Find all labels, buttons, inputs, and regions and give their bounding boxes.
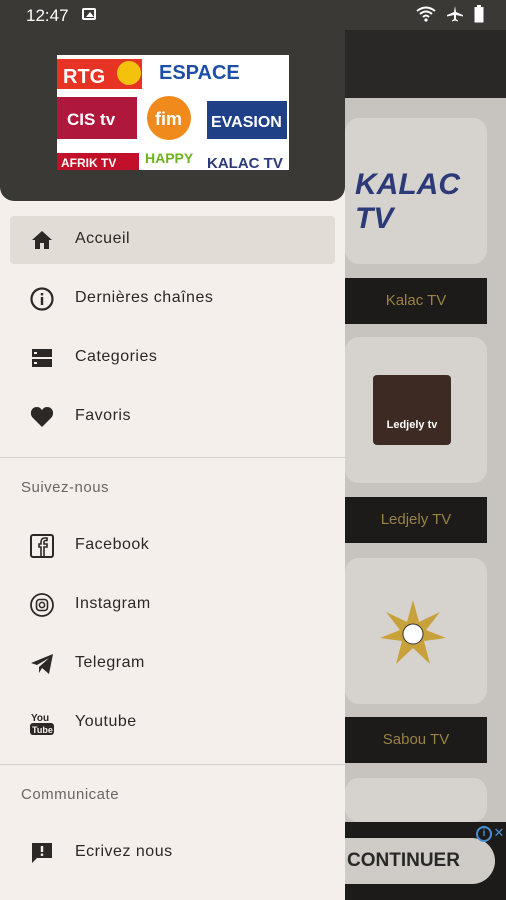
nav-item-dernieres-chaines[interactable]: Dernières chaînes <box>10 275 335 323</box>
channel-label[interactable]: Ledjely TV <box>345 497 487 543</box>
status-time: 12:47 <box>26 6 69 25</box>
nav-item-telegram[interactable]: Telegram <box>10 640 335 688</box>
svg-text:KALAC TV: KALAC TV <box>207 155 283 170</box>
svg-text:HAPPY: HAPPY <box>145 150 194 166</box>
svg-text:AFRIK TV: AFRIK TV <box>61 156 116 170</box>
nav-item-facebook[interactable]: Facebook <box>10 522 335 570</box>
channel-label[interactable]: Kalac TV <box>345 278 487 324</box>
nav-item-ecrivez-nous[interactable]: Ecrivez nous <box>10 829 335 877</box>
heart-icon <box>30 407 54 427</box>
drawer-header: RTG ESPACE CIS tv fim EVASION AFRIK TV H… <box>0 30 345 201</box>
nav-item-label: Instagram <box>75 595 151 612</box>
nav-item-youtube[interactable]: You Tube Youtube <box>10 699 335 747</box>
divider <box>0 764 345 765</box>
info-icon <box>30 287 54 311</box>
svg-text:ESPACE: ESPACE <box>159 62 240 84</box>
channel-card-sabou[interactable] <box>345 558 487 704</box>
ad-info-icon[interactable]: i <box>476 826 492 842</box>
youtube-icon: You Tube <box>30 713 54 735</box>
nav-item-categories[interactable]: Categories <box>10 334 335 382</box>
section-title-communicate: Communicate <box>21 786 120 803</box>
channel-logo: KALAC TV <box>355 168 460 235</box>
svg-text:You: You <box>31 713 49 724</box>
nav-item-label: Youtube <box>75 713 137 730</box>
channel-logo: Ledjely tv <box>373 375 451 445</box>
nav-item-label: Ecrivez nous <box>75 843 173 860</box>
svg-text:Tube: Tube <box>32 725 53 735</box>
nav-item-accueil[interactable]: Accueil <box>10 216 335 264</box>
nav-item-favoris[interactable]: Favoris <box>10 393 335 441</box>
ad-close-icon[interactable]: ✕ <box>492 826 506 842</box>
telegram-icon <box>31 654 53 674</box>
channel-card-ledjely[interactable]: Ledjely tv <box>345 337 487 483</box>
sabou-star-logo <box>380 600 446 664</box>
instagram-icon <box>30 593 54 617</box>
wifi-icon <box>416 6 436 22</box>
nav-item-label: Categories <box>75 348 158 365</box>
channels-collage-logo: RTG ESPACE CIS tv fim EVASION AFRIK TV H… <box>57 55 289 170</box>
channel-card-kalac[interactable]: KALAC TV <box>345 118 487 264</box>
nav-item-label: Facebook <box>75 536 150 553</box>
navigation-drawer: RTG ESPACE CIS tv fim EVASION AFRIK TV H… <box>0 30 345 900</box>
nav-item-label: Accueil <box>75 230 131 247</box>
nav-item-label: Dernières chaînes <box>75 289 214 306</box>
nav-item-instagram[interactable]: Instagram <box>10 581 335 629</box>
status-bar: 12:47 <box>0 0 506 30</box>
home-icon <box>32 231 52 249</box>
svg-text:fim: fim <box>155 109 182 129</box>
battery-icon <box>474 5 484 23</box>
nav-item-label: Favoris <box>75 407 131 424</box>
svg-text:RTG: RTG <box>63 66 105 88</box>
section-title-suivez-nous: Suivez-nous <box>21 479 110 496</box>
nav-item-label: Telegram <box>75 654 145 671</box>
airplane-icon <box>446 6 463 22</box>
facebook-icon <box>30 534 54 558</box>
svg-text:CIS tv: CIS tv <box>67 110 116 129</box>
status-icons <box>416 5 484 23</box>
ad-continue-button[interactable]: CONTINUER <box>345 838 495 884</box>
svg-text:EVASION: EVASION <box>211 114 282 131</box>
image-notification-icon <box>82 8 96 20</box>
divider <box>0 457 345 458</box>
ad-banner[interactable]: CONTINUER i ✕ <box>345 822 506 900</box>
channel-label[interactable]: Sabou TV <box>345 717 487 763</box>
channel-card[interactable] <box>345 778 487 822</box>
categories-icon <box>32 349 52 367</box>
message-icon <box>32 843 52 863</box>
